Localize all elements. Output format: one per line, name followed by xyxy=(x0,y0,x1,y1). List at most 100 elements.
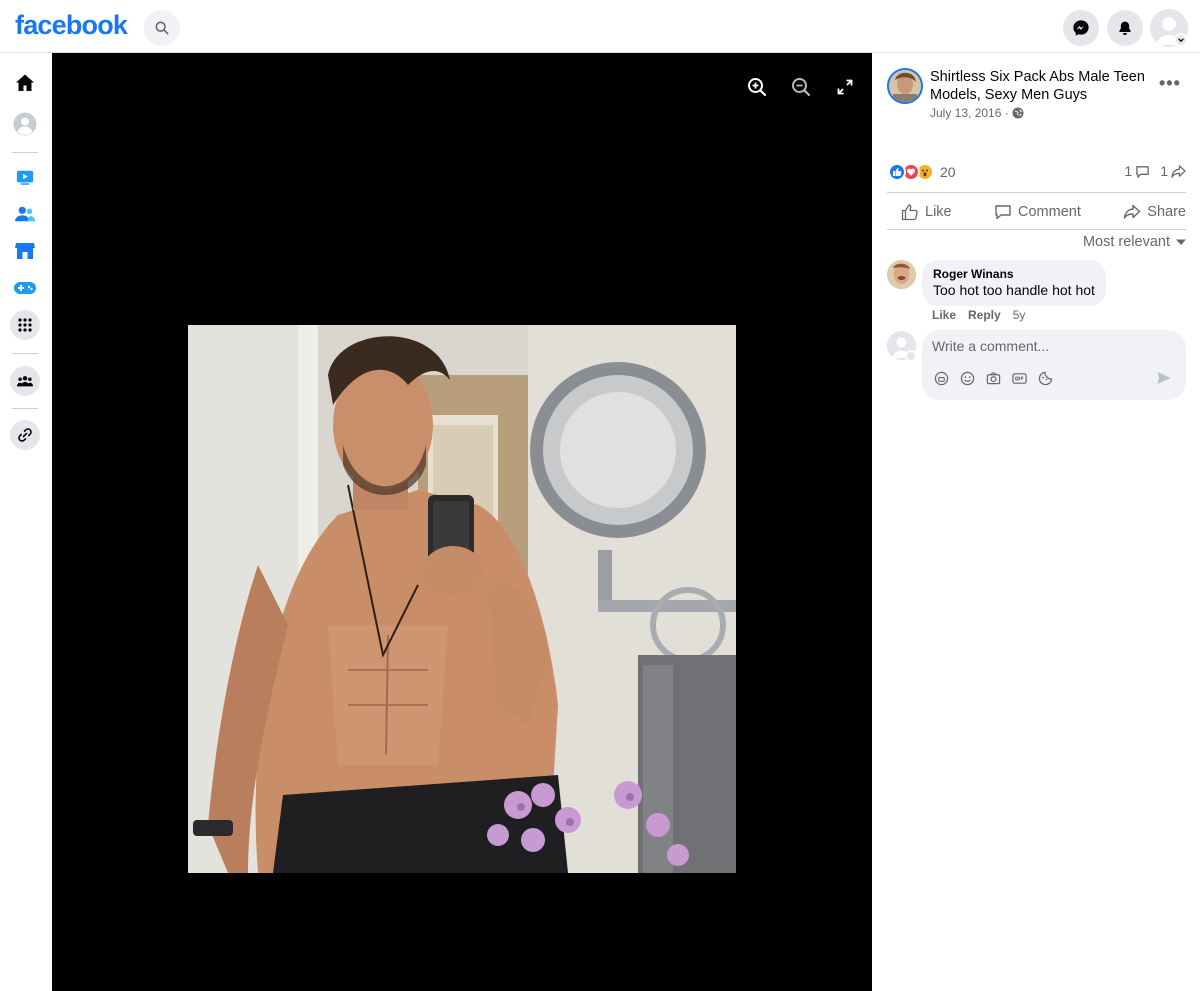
post-timestamp[interactable]: July 13, 2016 · xyxy=(930,106,1024,120)
send-icon xyxy=(1157,372,1171,384)
comment-text: Too hot too handle hot hot xyxy=(933,282,1095,298)
bell-icon xyxy=(1119,21,1131,35)
watch-button[interactable] xyxy=(10,162,40,192)
marketplace-button[interactable] xyxy=(10,236,40,266)
account-menu-caret[interactable] xyxy=(1174,33,1188,47)
rail-divider xyxy=(12,353,38,354)
share-icon xyxy=(1124,204,1141,219)
page-profile-picture xyxy=(889,70,921,102)
messenger-icon xyxy=(1073,20,1089,36)
zoom-in-icon xyxy=(748,78,767,97)
share-arrow-icon xyxy=(1171,164,1186,178)
divider xyxy=(887,192,1186,193)
caret-down-icon xyxy=(1176,239,1186,245)
photo-viewer xyxy=(52,53,872,991)
engagement-counts: 1 1 xyxy=(1124,163,1186,179)
reaction-count: 20 xyxy=(940,164,956,180)
notifications-button[interactable] xyxy=(1107,10,1143,46)
post-action-bar: Like Comment Share xyxy=(887,195,1186,229)
globe-icon xyxy=(1012,107,1024,119)
menu-button[interactable] xyxy=(10,310,40,340)
comment-button[interactable]: Comment xyxy=(994,203,1081,221)
gaming-icon xyxy=(14,282,36,294)
page-name-link[interactable]: Shirtless Six Pack Abs Male Teen Models,… xyxy=(930,68,1150,104)
rail-divider xyxy=(12,152,38,153)
search-icon xyxy=(155,21,169,35)
zoom-out-button[interactable] xyxy=(787,73,815,101)
composer-tools xyxy=(933,370,1053,386)
comment-label: Comment xyxy=(1018,204,1081,220)
profile-button[interactable] xyxy=(10,109,40,139)
emoji-button[interactable] xyxy=(959,370,975,386)
friends-icon xyxy=(15,206,35,222)
watch-icon xyxy=(16,170,34,185)
gaming-button[interactable] xyxy=(10,273,40,303)
gif-icon xyxy=(1011,372,1027,384)
left-navigation-rail xyxy=(0,53,52,991)
link-icon xyxy=(18,428,32,442)
gif-button[interactable] xyxy=(1011,370,1027,386)
post-photo[interactable] xyxy=(188,325,736,873)
ellipsis-icon: ••• xyxy=(1159,73,1181,93)
groups-icon xyxy=(17,376,33,387)
share-label: Share xyxy=(1147,204,1186,220)
send-comment-button[interactable] xyxy=(1156,370,1172,391)
zoom-out-icon xyxy=(792,78,811,97)
page-avatar[interactable] xyxy=(887,68,923,104)
messenger-button[interactable] xyxy=(1063,10,1099,46)
composer-profile-caret[interactable] xyxy=(905,350,917,362)
more-options-button[interactable]: ••• xyxy=(1159,73,1181,94)
home-button[interactable] xyxy=(10,68,40,98)
commenter-avatar[interactable] xyxy=(887,260,916,289)
link-button[interactable] xyxy=(10,420,40,450)
chevron-down-icon xyxy=(1178,38,1184,43)
friends-button[interactable] xyxy=(10,199,40,229)
reactions-summary[interactable]: 20 xyxy=(888,163,956,181)
comment-input[interactable] xyxy=(932,338,1162,354)
sort-label: Most relevant xyxy=(1082,234,1170,250)
emoji-icon xyxy=(960,371,974,385)
comment-author[interactable]: Roger Winans xyxy=(933,267,1095,281)
share-button[interactable]: Share xyxy=(1123,203,1186,221)
rail-divider xyxy=(12,408,38,409)
comment-actions: Like Reply 5y xyxy=(932,308,1025,322)
sticker-icon xyxy=(1038,371,1052,385)
comment-like-link[interactable]: Like xyxy=(932,308,956,322)
fullscreen-button[interactable] xyxy=(831,73,859,101)
fullscreen-icon xyxy=(837,79,853,95)
top-navigation-bar: facebook xyxy=(0,0,1200,53)
avatar-sticker-button[interactable] xyxy=(933,370,949,386)
photo-upload-button[interactable] xyxy=(985,370,1001,386)
comment-bubble-icon xyxy=(1136,165,1149,178)
sticker-button[interactable] xyxy=(1037,370,1053,386)
comment-sort-dropdown[interactable]: Most relevant xyxy=(1083,234,1186,250)
comment-age[interactable]: 5y xyxy=(1013,308,1026,322)
comment-bubble: Roger Winans Too hot too handle hot hot xyxy=(922,260,1106,306)
like-button[interactable]: Like xyxy=(901,203,952,221)
camera-icon xyxy=(986,372,1000,384)
groups-button[interactable] xyxy=(10,366,40,396)
home-icon xyxy=(16,74,34,91)
comment-count-value: 1 xyxy=(1124,163,1133,179)
comment-icon xyxy=(995,205,1011,220)
comment-reply-link[interactable]: Reply xyxy=(968,308,1001,322)
like-reaction-icon xyxy=(888,163,906,181)
selfie-photo-illustration xyxy=(188,325,736,873)
profile-icon xyxy=(13,112,37,136)
search-button[interactable] xyxy=(144,10,180,46)
post-date-text: July 13, 2016 · xyxy=(930,106,1009,120)
share-count[interactable]: 1 xyxy=(1160,163,1186,179)
thumbs-up-icon xyxy=(901,204,918,221)
marketplace-icon xyxy=(15,243,35,259)
zoom-in-button[interactable] xyxy=(743,73,771,101)
comment-count[interactable]: 1 xyxy=(1124,163,1150,179)
like-label: Like xyxy=(925,204,952,220)
avatar-sticker-icon xyxy=(934,371,948,385)
divider xyxy=(887,229,1186,230)
facebook-logo[interactable]: facebook xyxy=(15,10,128,41)
share-count-value: 1 xyxy=(1160,163,1168,179)
comment-composer xyxy=(922,330,1186,400)
commenter-profile-picture xyxy=(887,260,916,289)
post-details-pane: Shirtless Six Pack Abs Male Teen Models,… xyxy=(872,53,1200,991)
menu-grid-icon xyxy=(18,318,32,332)
